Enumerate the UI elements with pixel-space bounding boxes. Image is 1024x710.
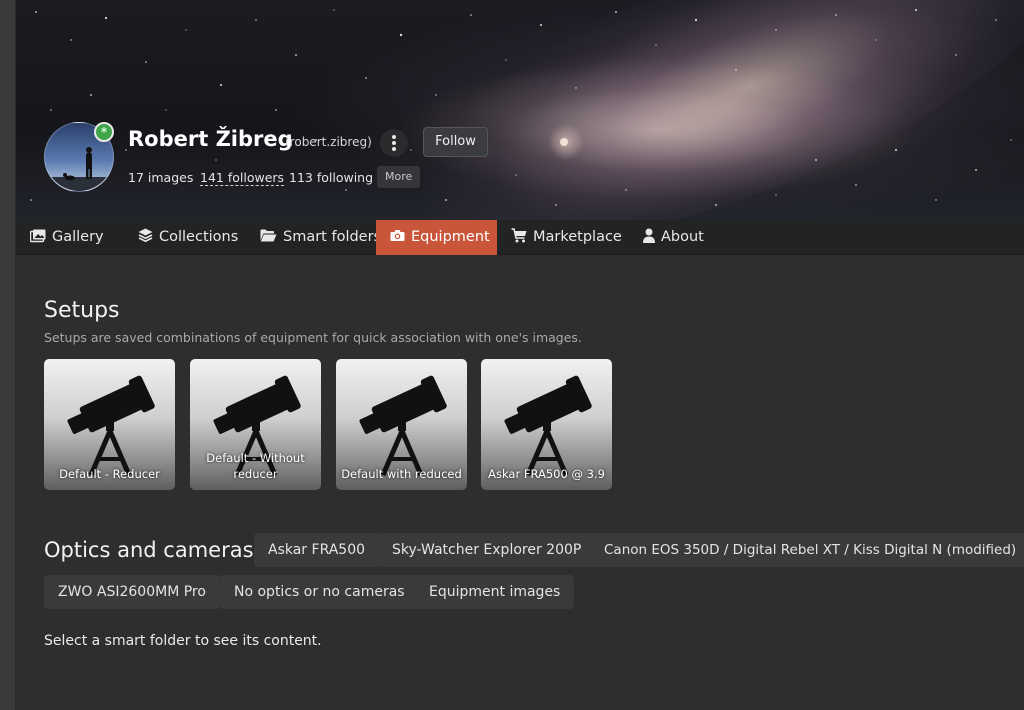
setup-card[interactable]: Default - Without reducer (190, 359, 321, 490)
images-count-link[interactable]: 17 images (128, 170, 193, 185)
equipment-chip[interactable]: Canon EOS 350D / Digital Rebel XT / Kiss… (590, 533, 1024, 567)
gallery-icon (30, 229, 46, 242)
tab-label: Smart folders (283, 229, 382, 245)
smart-folder-hint: Select a smart folder to see its content… (44, 633, 322, 649)
cart-icon (511, 228, 527, 243)
follow-button[interactable]: Follow (423, 127, 488, 157)
banner-stars (30, 9, 1012, 206)
equipment-chip[interactable]: ZWO ASI2600MM Pro (44, 575, 220, 609)
equipment-chip[interactable]: Equipment images (415, 575, 575, 609)
more-stats-button[interactable]: More (377, 166, 421, 188)
camera-icon (390, 230, 405, 241)
followers-link[interactable]: 141 followers (200, 170, 285, 186)
profile-handle: (robert.zibreg) (285, 135, 372, 149)
setups-title: Setups (44, 298, 120, 323)
tab-label: Collections (159, 229, 239, 245)
telescope-icon (67, 375, 155, 476)
telescope-icon (359, 375, 447, 476)
equipment-chip[interactable]: Sky-Watcher Explorer 200P (378, 533, 596, 567)
tab-collections[interactable]: Collections (126, 220, 250, 255)
tab-gallery[interactable]: Gallery (16, 220, 116, 255)
tab-label: About (661, 229, 704, 245)
equipment-chip[interactable]: No optics or no cameras (220, 575, 419, 609)
tab-smart-folders[interactable]: Smart folders (248, 220, 393, 255)
setup-card[interactable]: Default with reduced (336, 359, 467, 490)
tab-label: Marketplace (533, 229, 622, 245)
setup-card-label: Default - Reducer (59, 467, 160, 481)
tab-equipment[interactable]: Equipment (376, 220, 497, 255)
telescope-icon (504, 375, 592, 476)
setup-card[interactable]: Default - Reducer (44, 359, 175, 490)
profile-page: * Robert Žibreg (robert.zibreg) Follow 1… (16, 0, 1024, 710)
profile-name: Robert Žibreg (128, 127, 293, 151)
equipment-chip[interactable]: Askar FRA500 (254, 533, 380, 567)
optics-cameras-title: Optics and cameras (44, 538, 254, 562)
setup-card[interactable]: Askar FRA500 @ 3.9 (481, 359, 612, 490)
tab-marketplace[interactable]: Marketplace (511, 220, 634, 255)
profile-tabs: Gallery Collections Smart folders Equipm… (16, 220, 1024, 255)
left-edge-strip (0, 0, 16, 710)
profile-banner (16, 0, 1024, 220)
online-badge-asterisk-icon: * (94, 122, 114, 142)
following-link[interactable]: 113 following (289, 170, 373, 185)
equipment-content: Setups Setups are saved combinations of … (16, 256, 1024, 710)
setup-card-label: Askar FRA500 @ 3.9 (488, 467, 605, 481)
user-icon (643, 228, 655, 243)
tab-label: Gallery (52, 229, 104, 245)
folder-open-icon (260, 229, 277, 242)
tab-label: Equipment (411, 229, 490, 245)
setup-card-label: Default with reduced (341, 467, 462, 481)
setup-card-label: Default - Without reducer (206, 451, 305, 481)
layers-icon (138, 228, 153, 243)
tab-about[interactable]: About (643, 220, 716, 255)
more-options-kebab-icon[interactable] (380, 129, 408, 157)
setups-description: Setups are saved combinations of equipme… (44, 330, 582, 345)
